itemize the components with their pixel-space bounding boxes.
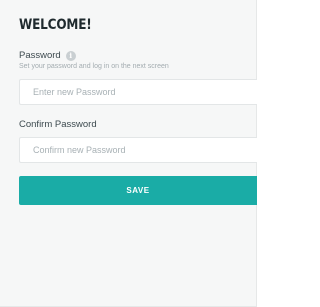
password-setup-panel: WELCOME! Password i Set your password an…	[0, 0, 257, 307]
save-button[interactable]: SAVE	[19, 176, 257, 205]
password-label-row: Password i	[19, 50, 76, 61]
password-label: Password	[19, 50, 61, 61]
page-title: WELCOME!	[19, 17, 92, 33]
password-hint: Set your password and log in on the next…	[19, 63, 169, 70]
confirm-password-input[interactable]	[20, 138, 257, 162]
confirm-password-label: Confirm Password	[19, 119, 97, 130]
info-icon[interactable]: i	[65, 50, 76, 61]
confirm-password-field	[19, 137, 257, 163]
new-password-field	[19, 79, 257, 105]
new-password-input[interactable]	[20, 80, 257, 104]
